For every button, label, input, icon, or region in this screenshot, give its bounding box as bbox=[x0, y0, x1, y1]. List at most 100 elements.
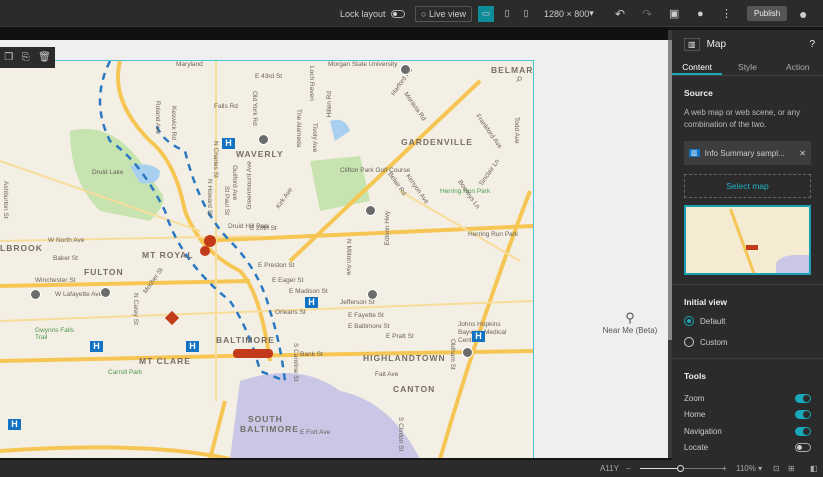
zoom-in-icon[interactable]: + bbox=[722, 464, 727, 473]
map-thumbnail[interactable] bbox=[684, 205, 811, 275]
map-label: Carroll Park bbox=[108, 369, 143, 376]
neighborhood-label: MT CLARE bbox=[139, 356, 191, 366]
map-label: S Clinton St bbox=[397, 417, 404, 452]
map-widget[interactable]: ⌕ WAVERLY GARDENVILLE BELMAR LBROOK MT R… bbox=[0, 60, 534, 458]
save-icon[interactable]: ▣ bbox=[669, 0, 679, 27]
radio-default[interactable]: Default bbox=[684, 316, 811, 326]
map-label: Greenmount Ave bbox=[246, 161, 253, 210]
tab-action[interactable]: Action bbox=[773, 58, 823, 75]
delete-icon[interactable]: 🗑 bbox=[38, 52, 51, 63]
zoom-out-icon[interactable]: − bbox=[626, 464, 631, 473]
poi-icon[interactable] bbox=[258, 134, 269, 145]
radio-custom[interactable]: Custom bbox=[684, 337, 811, 347]
map-label: St Paul St bbox=[223, 186, 230, 215]
map-label: Keswick Rd bbox=[170, 106, 177, 140]
toggle-switch[interactable] bbox=[390, 9, 405, 18]
hospital-icon[interactable]: H bbox=[472, 331, 485, 342]
tool-label: Navigation bbox=[684, 426, 722, 436]
duplicate-icon[interactable]: ⎘ bbox=[22, 52, 30, 63]
hospital-icon[interactable]: H bbox=[222, 138, 235, 149]
locate-toggle[interactable] bbox=[795, 443, 811, 453]
map-label: N Carey St bbox=[132, 293, 139, 325]
lock-layout-toggle[interactable]: Lock layout bbox=[340, 0, 405, 27]
radio-button[interactable] bbox=[684, 337, 694, 347]
map-label: Edison Hwy bbox=[384, 211, 391, 246]
neighborhood-label: FULTON bbox=[84, 267, 124, 277]
publish-button[interactable]: Publish bbox=[747, 6, 788, 21]
remove-source-icon[interactable]: ✕ bbox=[799, 149, 806, 158]
canvas-header bbox=[0, 27, 670, 40]
source-name: Info Summary sampl... bbox=[704, 148, 785, 158]
map-label: N Howard St bbox=[206, 179, 213, 216]
radio-button[interactable] bbox=[684, 316, 694, 326]
hospital-icon[interactable]: H bbox=[90, 341, 103, 352]
map-label: W Lafayette Ave bbox=[55, 291, 103, 298]
map-label: Jefferson St bbox=[340, 299, 375, 306]
map-label: E Fort Ave bbox=[300, 429, 331, 436]
avatar[interactable]: ● bbox=[799, 0, 807, 27]
map-label: N Milton Ave bbox=[345, 239, 352, 276]
map-label: E Baltimore St bbox=[348, 323, 390, 330]
zoom-level: 110% bbox=[736, 464, 756, 473]
zoom-slider[interactable] bbox=[640, 465, 725, 472]
live-view-button[interactable]: ○ Live view bbox=[415, 5, 472, 22]
selected-source[interactable]: ▥ Info Summary sampl... ✕ bbox=[684, 141, 811, 165]
map-label: Loch Raven bbox=[308, 66, 315, 101]
resolution-dropdown[interactable]: 1280 × 800 ▾ bbox=[544, 0, 594, 27]
tab-content[interactable]: Content bbox=[672, 58, 723, 75]
clifton-park bbox=[310, 156, 370, 211]
zoom-level-dropdown[interactable]: 110% ▾ bbox=[736, 464, 762, 473]
live-view-label: Live view bbox=[428, 8, 466, 19]
neighborhood-label: WAVERLY bbox=[236, 149, 284, 159]
home-toggle[interactable] bbox=[795, 410, 811, 420]
map-label: Maryland bbox=[176, 61, 203, 68]
fullscreen-icon[interactable]: ⊞ bbox=[788, 464, 795, 473]
undo-icon[interactable]: ↶ bbox=[615, 0, 625, 27]
poi-icon[interactable] bbox=[100, 287, 111, 298]
neighborhood-label: BELMAR bbox=[491, 65, 534, 75]
copy-icon[interactable]: ❐ bbox=[4, 52, 13, 63]
select-map-button[interactable]: Select map bbox=[684, 174, 811, 198]
desktop-view-icon[interactable]: ▭ bbox=[478, 5, 494, 22]
fit-screen-icon[interactable]: ⊡ bbox=[773, 464, 780, 473]
map-label: Tivoly Ave bbox=[311, 123, 318, 153]
tool-label: Locate bbox=[684, 443, 709, 453]
phone-view-icon[interactable]: ▯ bbox=[518, 6, 534, 22]
map-label: E Eager St bbox=[272, 277, 304, 284]
poi-icon[interactable] bbox=[367, 289, 378, 300]
zoom-toggle[interactable] bbox=[795, 393, 811, 403]
hospital-icon[interactable]: H bbox=[186, 341, 199, 352]
near-me-widget[interactable]: ⚲ Near Me (Beta) bbox=[600, 310, 660, 335]
radio-label: Custom bbox=[700, 337, 728, 347]
poi-icon[interactable] bbox=[365, 205, 376, 216]
slider-handle[interactable] bbox=[677, 465, 684, 472]
poi-icon[interactable] bbox=[462, 347, 473, 358]
map-label: E Pratt St bbox=[386, 333, 414, 340]
poi-icon[interactable] bbox=[400, 64, 411, 75]
tab-style[interactable]: Style bbox=[722, 58, 772, 75]
preview-icon[interactable]: ● bbox=[697, 0, 704, 27]
bottom-bar: A11Y − + 110% ▾ ⊡ ⊞ ◧ bbox=[0, 460, 823, 477]
map-label: W North Ave bbox=[48, 237, 85, 244]
poi-icon[interactable] bbox=[30, 289, 41, 300]
source-description: A web map or web scene, or any combinati… bbox=[684, 108, 801, 129]
panel-toggle-icon[interactable]: ◧ bbox=[810, 464, 818, 473]
a11y-button[interactable]: A11Y bbox=[600, 464, 619, 473]
hospital-icon[interactable]: H bbox=[305, 297, 318, 308]
map-label: Orleans St bbox=[275, 309, 306, 316]
navigation-toggle[interactable] bbox=[795, 426, 811, 436]
neighborhood-label: BALTIMORE bbox=[216, 335, 275, 345]
redo-icon[interactable]: ↷ bbox=[642, 0, 652, 27]
map-label: E Fayette St bbox=[348, 312, 384, 319]
neighborhood-label: LBROOK bbox=[0, 243, 43, 253]
radio-label: Default bbox=[700, 316, 726, 326]
tool-label: Home bbox=[684, 410, 706, 420]
help-icon[interactable]: ? bbox=[809, 39, 815, 50]
neighborhood-label: BALTIMORE bbox=[240, 424, 299, 434]
map-label: Winchester St bbox=[35, 277, 76, 284]
more-icon[interactable]: ⋮ bbox=[721, 0, 732, 27]
map-graphics bbox=[0, 61, 533, 458]
tablet-view-icon[interactable]: ▯ bbox=[499, 6, 515, 22]
map-label: E 43rd St bbox=[255, 73, 283, 80]
hospital-icon[interactable]: H bbox=[8, 419, 21, 430]
